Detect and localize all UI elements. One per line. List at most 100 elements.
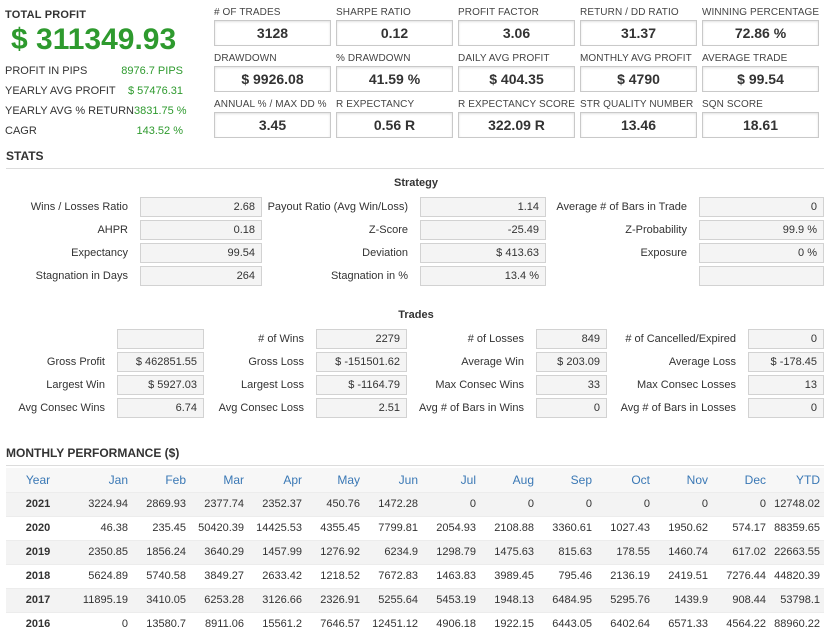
ytd-cell: 12748.02 [770,491,824,516]
trade-label: Average Loss [668,356,736,368]
month-cell: 235.45 [132,515,190,540]
metric-label: PROFIT FACTOR [458,7,539,18]
column-header[interactable]: YTD [770,468,824,492]
month-cell: 1948.13 [480,587,538,612]
month-cell: 1439.9 [654,587,712,612]
month-cell: 2633.42 [248,563,306,588]
column-header[interactable]: Feb [132,468,190,492]
month-cell: 2377.74 [190,491,248,516]
month-cell: 1298.79 [422,539,480,564]
trade-value: $ 5927.03 [117,375,204,395]
stat-label: Expectancy [71,247,128,259]
month-cell: 1856.24 [132,539,190,564]
column-header[interactable]: Apr [248,468,306,492]
metric-label: WINNING PERCENTAGE [702,7,820,18]
column-header[interactable]: Sep [538,468,596,492]
month-cell: 2136.19 [596,563,654,588]
metric-label: DRAWDOWN [214,53,277,64]
month-cell: 11895.19 [74,587,132,612]
stat-value: 0.18 [140,220,262,240]
divider [6,465,824,466]
trade-value: 13 [748,375,824,395]
column-header[interactable]: Jun [364,468,422,492]
column-header[interactable]: Mar [190,468,248,492]
month-cell: 7672.83 [364,563,422,588]
metric-monthly-avg-profit: MONTHLY AVG PROFIT $ 4790 [580,53,697,92]
summary-row-yearly-avg-profit: YEARLY AVG PROFIT $ 57476.31 [5,85,183,97]
metric-sqn-score: SQN SCORE 18.61 [702,99,819,138]
month-cell: 908.44 [712,587,770,612]
column-header[interactable]: Jul [422,468,480,492]
month-cell: 46.38 [74,515,132,540]
month-cell: 6253.28 [190,587,248,612]
metric-winning-percentage: WINNING PERCENTAGE 72.86 % [702,7,819,46]
stat-value [699,266,824,286]
month-cell: 6402.64 [596,611,654,635]
month-cell: 2108.88 [480,515,538,540]
trade-label: Max Consec Losses [636,379,736,391]
summary-label: YEARLY AVG PROFIT [5,85,116,97]
month-cell: 7646.57 [306,611,364,635]
metric-value: 322.09 R [458,112,575,138]
monthly-performance-title: MONTHLY PERFORMANCE ($) [6,446,180,460]
ytd-cell: 22663.55 [770,539,824,564]
month-cell: 2419.51 [654,563,712,588]
column-header[interactable]: Year [6,468,74,492]
year-cell: 2021 [6,491,74,516]
total-profit-label: TOTAL PROFIT [5,9,87,21]
column-header[interactable]: Dec [712,468,770,492]
trade-label: Largest Loss [241,379,304,391]
metric-return-dd-ratio: RETURN / DD RATIO 31.37 [580,7,697,46]
metric-profit-factor: PROFIT FACTOR 3.06 [458,7,575,46]
month-cell: 1463.83 [422,563,480,588]
trade-label: Avg # of Bars in Wins [419,402,524,414]
strategy-title: Strategy [393,177,439,189]
trade-label: # of Losses [467,333,524,345]
month-cell: 1475.63 [480,539,538,564]
metric-value: 13.46 [580,112,697,138]
month-cell: 0 [480,491,538,516]
year-cell: 2020 [6,515,74,540]
column-header[interactable]: Aug [480,468,538,492]
month-cell: 2352.37 [248,491,306,516]
metric-label: DAILY AVG PROFIT [458,53,550,64]
metric-value: $ 404.35 [458,66,575,92]
metric-label: STR QUALITY NUMBER [580,99,694,110]
metric-value: 3.06 [458,20,575,46]
trade-value: 6.74 [117,398,204,418]
month-cell: 0 [538,491,596,516]
ytd-cell: 44820.39 [770,563,824,588]
summary-row-profit-pips: PROFIT IN PIPS 8976.7 PIPS [5,65,183,77]
trade-label: Gross Profit [46,356,105,368]
stat-label: Stagnation in % [330,270,408,282]
month-cell: 2350.85 [74,539,132,564]
metric-drawdown: DRAWDOWN $ 9926.08 [214,53,331,92]
trade-value [117,329,204,349]
year-cell: 2017 [6,587,74,612]
metric-value: 0.12 [336,20,453,46]
month-cell: 3640.29 [190,539,248,564]
stat-label: Payout Ratio (Avg Win/Loss) [267,201,408,213]
stat-label: Deviation [362,247,408,259]
column-header[interactable]: May [306,468,364,492]
month-cell: 50420.39 [190,515,248,540]
column-header[interactable]: Jan [74,468,132,492]
month-cell: 0 [596,491,654,516]
month-cell: 12451.12 [364,611,422,635]
summary-value: $ 57476.31 [127,85,183,97]
metric-value: 41.59 % [336,66,453,92]
trade-value: 849 [536,329,607,349]
stat-label: Z-Probability [625,224,687,236]
month-cell: 1218.52 [306,563,364,588]
trade-value: $ 203.09 [536,352,607,372]
metric-label: % DRAWDOWN [336,53,411,64]
summary-row-cagr: CAGR 143.52 % [5,125,183,137]
table-row: 2019 2350.85 1856.24 3640.29 1457.99 1276.92 6… [6,539,824,564]
stat-value: 0 [699,197,824,217]
metric-average-trade: AVERAGE TRADE $ 99.54 [702,53,819,92]
month-cell: 450.76 [306,491,364,516]
column-header[interactable]: Oct [596,468,654,492]
column-header[interactable]: Nov [654,468,712,492]
monthly-table-body: 2021 3224.94 2869.93 2377.74 2352.37 450.76 14… [6,491,824,635]
metric-value: 3.45 [214,112,331,138]
